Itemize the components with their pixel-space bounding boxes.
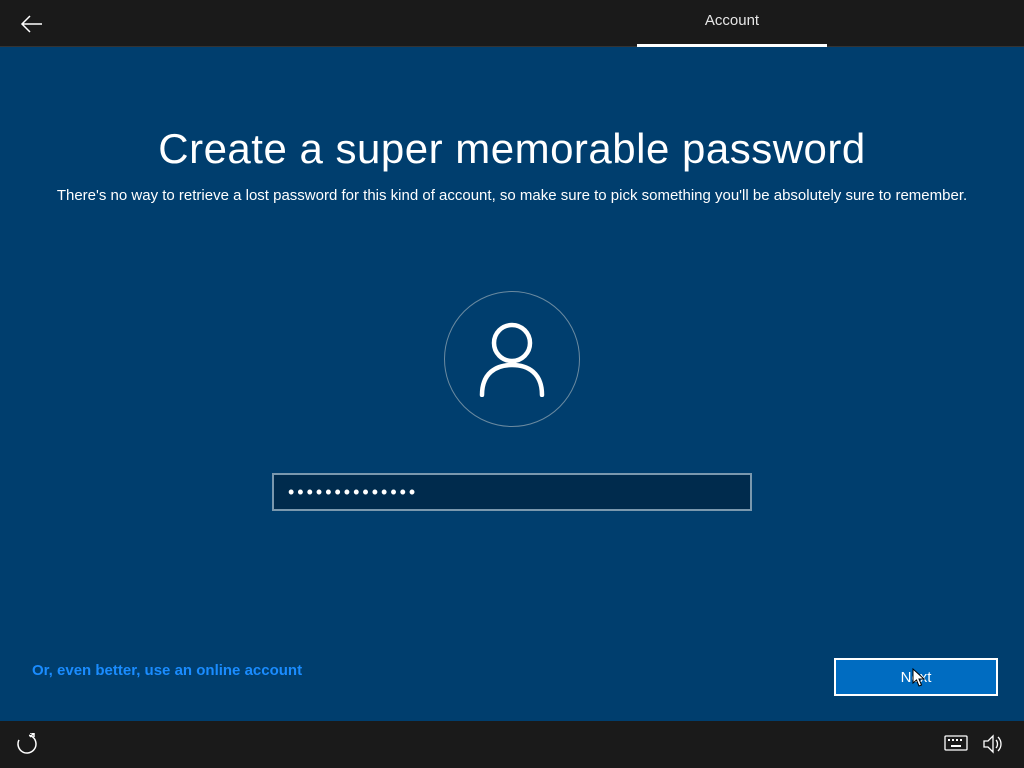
tab-account[interactable]: Account xyxy=(705,12,759,29)
password-input[interactable] xyxy=(272,473,752,511)
on-screen-keyboard-button[interactable] xyxy=(944,735,968,755)
next-button-label: Next xyxy=(901,669,932,686)
back-button[interactable] xyxy=(18,10,46,38)
use-online-account-link[interactable]: Or, even better, use an online account xyxy=(32,662,302,679)
keyboard-icon xyxy=(944,735,968,751)
taskbar xyxy=(0,721,1024,768)
user-avatar xyxy=(444,291,580,427)
next-button[interactable]: Next xyxy=(834,658,998,696)
person-icon xyxy=(476,321,548,397)
ease-of-access-button[interactable] xyxy=(16,733,40,757)
volume-button[interactable] xyxy=(982,733,1006,757)
titlebar: Account xyxy=(0,0,1024,47)
back-arrow-icon xyxy=(20,14,44,34)
page-subtitle: There's no way to retrieve a lost passwo… xyxy=(0,187,1024,204)
main-content: Create a super memorable password There'… xyxy=(0,47,1024,721)
ease-of-access-icon xyxy=(16,733,38,755)
page-title: Create a super memorable password xyxy=(0,125,1024,173)
volume-icon xyxy=(982,733,1004,755)
